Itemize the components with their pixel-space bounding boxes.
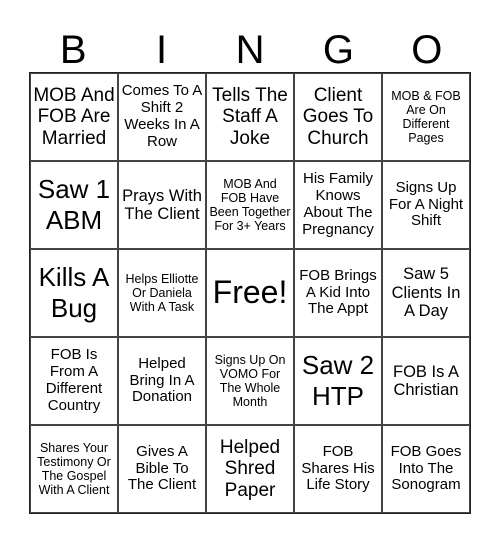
bingo-cell[interactable]: Gives A Bible To The Client	[118, 425, 206, 513]
header-letter-b: B	[59, 28, 87, 72]
bingo-cell[interactable]: Signs Up On VOMO For The Whole Month	[206, 337, 294, 425]
bingo-cell[interactable]: FOB Is A Christian	[382, 337, 470, 425]
bingo-cell[interactable]: Saw 1 ABM	[30, 161, 118, 249]
bingo-cell[interactable]: Comes To A Shift 2 Weeks In A Row	[118, 73, 206, 161]
bingo-cell[interactable]: Saw 5 Clients In A Day	[382, 249, 470, 337]
bingo-grid: MOB And FOB Are Married Comes To A Shift…	[29, 72, 471, 514]
bingo-cell[interactable]: His Family Knows About The Pregnancy	[294, 161, 382, 249]
header-letter-n: N	[235, 28, 265, 72]
header-letter-i: I	[156, 28, 168, 72]
bingo-cell[interactable]: Shares Your Testimony Or The Gospel With…	[30, 425, 118, 513]
bingo-cell[interactable]: Prays With The Client	[118, 161, 206, 249]
bingo-cell[interactable]: Helped Bring In A Donation	[118, 337, 206, 425]
bingo-cell[interactable]: Client Goes To Church	[294, 73, 382, 161]
bingo-cell[interactable]: FOB Is From A Different Country	[30, 337, 118, 425]
bingo-cell[interactable]: FOB Shares His Life Story	[294, 425, 382, 513]
bingo-cell[interactable]: FOB Brings A Kid Into The Appt	[294, 249, 382, 337]
header-letter-g: G	[322, 28, 354, 72]
bingo-cell[interactable]: FOB Goes Into The Sonogram	[382, 425, 470, 513]
bingo-cell[interactable]: Tells The Staff A Joke	[206, 73, 294, 161]
free-space-cell[interactable]: Free!	[206, 249, 294, 337]
bingo-cell[interactable]: Kills A Bug	[30, 249, 118, 337]
bingo-cell[interactable]: Signs Up For A Night Shift	[382, 161, 470, 249]
bingo-header: B I N G O	[29, 28, 471, 72]
bingo-cell[interactable]: MOB & FOB Are On Different Pages	[382, 73, 470, 161]
bingo-cell[interactable]: MOB And FOB Have Been Together For 3+ Ye…	[206, 161, 294, 249]
bingo-cell[interactable]: Saw 2 HTP	[294, 337, 382, 425]
bingo-cell[interactable]: Helps Elliotte Or Daniela With A Task	[118, 249, 206, 337]
header-letter-o: O	[411, 28, 443, 72]
bingo-cell[interactable]: Helped Shred Paper	[206, 425, 294, 513]
bingo-cell[interactable]: MOB And FOB Are Married	[30, 73, 118, 161]
